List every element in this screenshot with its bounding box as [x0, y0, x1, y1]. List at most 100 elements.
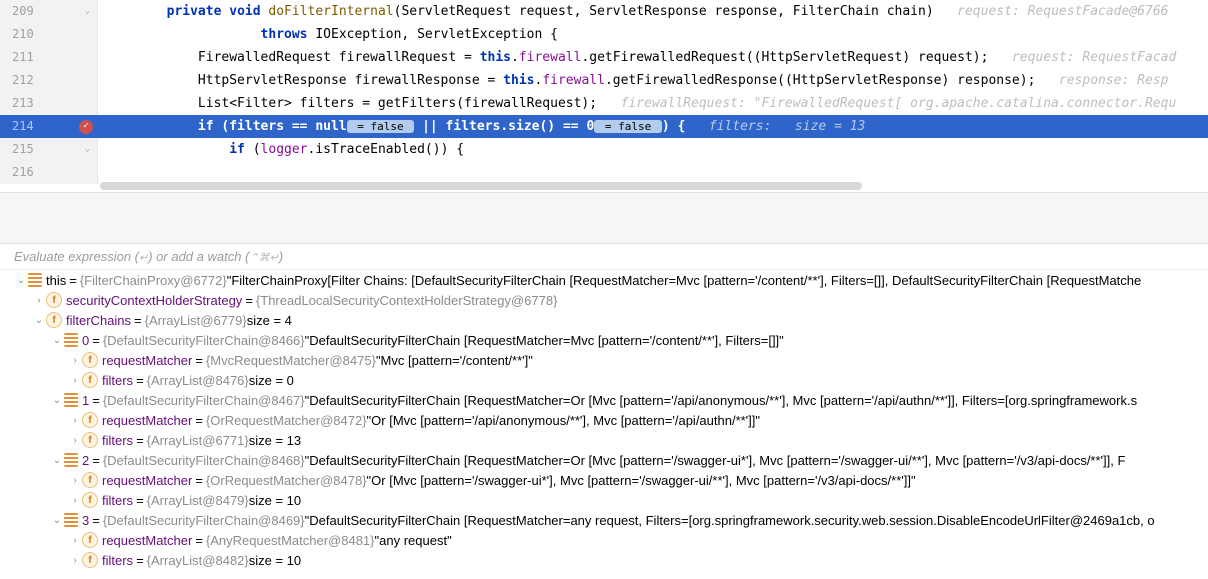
variable-name: requestMatcher: [102, 473, 192, 488]
variable-value: "any request": [375, 533, 452, 548]
pane-splitter[interactable]: [0, 192, 1208, 244]
chevron-down-icon[interactable]: ⌄: [32, 313, 46, 327]
variable-row[interactable]: ⌄ffilterChains = {ArrayList@6779} size =…: [0, 310, 1208, 330]
variable-type: {ArrayList@8479}: [147, 493, 249, 508]
chevron-down-icon[interactable]: ⌄: [50, 333, 64, 347]
variable-value: size = 10: [249, 553, 301, 568]
code-line[interactable]: 210 throws IOException, ServletException…: [0, 23, 1208, 46]
code-line[interactable]: 209⌄ private void doFilterInternal(Servl…: [0, 0, 1208, 23]
fold-icon[interactable]: ⌄: [82, 6, 93, 17]
code-token: private: [167, 4, 230, 19]
equals-sign: =: [192, 473, 206, 488]
field-icon: f: [82, 552, 98, 568]
variable-name: 0: [82, 333, 89, 348]
equals-sign: =: [133, 553, 147, 568]
code-token: .: [511, 50, 519, 65]
variable-row[interactable]: ›frequestMatcher = {OrRequestMatcher@847…: [0, 410, 1208, 430]
chevron-right-icon[interactable]: ›: [68, 433, 82, 447]
object-icon: [64, 333, 78, 347]
field-icon: f: [82, 412, 98, 428]
variable-row[interactable]: ›frequestMatcher = {MvcRequestMatcher@84…: [0, 350, 1208, 370]
variable-type: {ArrayList@6771}: [147, 433, 249, 448]
variable-value: "DefaultSecurityFilterChain [RequestMatc…: [305, 333, 784, 348]
equals-sign: =: [242, 293, 256, 308]
chevron-right-icon[interactable]: ›: [68, 353, 82, 367]
equals-sign: =: [89, 393, 103, 408]
code-token: firewallRequest: "FirewalledRequest[ org…: [597, 96, 1176, 111]
chevron-right-icon[interactable]: ›: [68, 493, 82, 507]
variable-row[interactable]: ›ffilters = {ArrayList@8476} size = 0: [0, 370, 1208, 390]
code-token: null: [315, 119, 346, 134]
variables-tree[interactable]: ⌄this = {FilterChainProxy@6772} "FilterC…: [0, 270, 1208, 579]
variable-name: securityContextHolderStrategy: [66, 293, 242, 308]
variable-row[interactable]: ›f requestMatcher = {OrRequestMatcher@847…: [0, 470, 1208, 490]
variable-value: "Or [Mvc [pattern='/api/anonymous/**'], …: [367, 413, 760, 428]
code-editor[interactable]: 209⌄ private void doFilterInternal(Servl…: [0, 0, 1208, 192]
variable-row[interactable]: ⌄2 = {DefaultSecurityFilterChain@8468} "…: [0, 450, 1208, 470]
code-token: (ServletRequest request, ServletResponse…: [394, 4, 934, 19]
variable-name: filters: [102, 433, 133, 448]
variable-type: {OrRequestMatcher@8478}: [206, 473, 367, 488]
variable-row[interactable]: ⌄0 = {DefaultSecurityFilterChain@8466} "…: [0, 330, 1208, 350]
code-token: ) {: [662, 119, 685, 134]
code-token: firewall: [542, 73, 605, 88]
line-number: 216: [0, 161, 48, 184]
chevron-down-icon[interactable]: ⌄: [50, 393, 64, 407]
code-token: = false: [347, 120, 415, 133]
chevron-right-icon[interactable]: ›: [68, 373, 82, 387]
variable-name: filters: [102, 373, 133, 388]
chevron-right-icon[interactable]: ›: [32, 293, 46, 307]
chevron-down-icon[interactable]: ⌄: [50, 453, 64, 467]
variable-row[interactable]: ›frequestMatcher = {AnyRequestMatcher@84…: [0, 530, 1208, 550]
code-token: .getFirewalledResponse((HttpServletRespo…: [605, 73, 1035, 88]
chevron-down-icon[interactable]: ⌄: [50, 513, 64, 527]
code-line[interactable]: 212 HttpServletResponse firewallResponse…: [0, 69, 1208, 92]
field-icon: f: [82, 352, 98, 368]
code-token: request: RequestFacad: [988, 50, 1176, 65]
chevron-right-icon[interactable]: ›: [68, 473, 82, 487]
variable-row[interactable]: ⌄this = {FilterChainProxy@6772} "FilterC…: [0, 270, 1208, 290]
variable-name: requestMatcher: [102, 413, 192, 428]
fold-icon[interactable]: ⌄: [82, 144, 93, 155]
code-token: .getFirewalledRequest((HttpServletReques…: [581, 50, 988, 65]
variable-row[interactable]: ⌄3 = {DefaultSecurityFilterChain@8469} "…: [0, 510, 1208, 530]
code-token: || filters.size() ==: [414, 119, 586, 134]
code-line[interactable]: 215⌄ if (logger.isTraceEnabled()) {: [0, 138, 1208, 161]
code-token: request: RequestFacade@6766: [934, 4, 1169, 19]
code-line[interactable]: 213 List<Filter> filters = getFilters(fi…: [0, 92, 1208, 115]
variable-type: {DefaultSecurityFilterChain@8469}: [103, 513, 305, 528]
variable-row[interactable]: ›ffilters = {ArrayList@6771} size = 13: [0, 430, 1208, 450]
chevron-right-icon[interactable]: ›: [68, 533, 82, 547]
variable-type: {DefaultSecurityFilterChain@8468}: [103, 453, 305, 468]
equals-sign: =: [89, 453, 103, 468]
code-token: (filters ==: [221, 119, 315, 134]
code-line[interactable]: 216: [0, 161, 1208, 184]
scrollbar-thumb[interactable]: [100, 182, 862, 190]
variable-value: size = 4: [247, 313, 292, 328]
variable-row[interactable]: ›ffilters = {ArrayList@8482} size = 10: [0, 550, 1208, 570]
variable-row[interactable]: ›ffilters = {ArrayList@8479} size = 10: [0, 490, 1208, 510]
code-line[interactable]: 211 FirewalledRequest firewallRequest = …: [0, 46, 1208, 69]
field-icon: f: [82, 532, 98, 548]
chevron-right-icon[interactable]: ›: [68, 553, 82, 567]
variable-type: {ArrayList@8476}: [147, 373, 249, 388]
code-line[interactable]: 214 if (filters == null = false || filte…: [0, 115, 1208, 138]
variable-name: requestMatcher: [102, 353, 192, 368]
field-icon: f: [82, 492, 98, 508]
chevron-right-icon[interactable]: ›: [68, 413, 82, 427]
chevron-down-icon[interactable]: ⌄: [14, 273, 28, 287]
variable-value: size = 13: [249, 433, 301, 448]
line-number: 213: [0, 92, 48, 115]
equals-sign: =: [66, 273, 80, 288]
equals-sign: =: [89, 333, 103, 348]
code-token: doFilterInternal: [268, 4, 393, 19]
field-icon: f: [82, 472, 98, 488]
variable-row[interactable]: ›fsecurityContextHolderStrategy = {Threa…: [0, 290, 1208, 310]
horizontal-scrollbar[interactable]: [100, 182, 1188, 190]
variable-value: "Or [Mvc [pattern='/swagger-ui*'], Mvc […: [367, 473, 916, 488]
line-number: 209: [0, 0, 48, 23]
breakpoint-icon[interactable]: [79, 120, 93, 134]
variable-row[interactable]: ⌄1 = {DefaultSecurityFilterChain@8467} "…: [0, 390, 1208, 410]
watch-input[interactable]: Evaluate expression (↵) or add a watch (…: [0, 244, 1208, 270]
object-icon: [28, 273, 42, 287]
